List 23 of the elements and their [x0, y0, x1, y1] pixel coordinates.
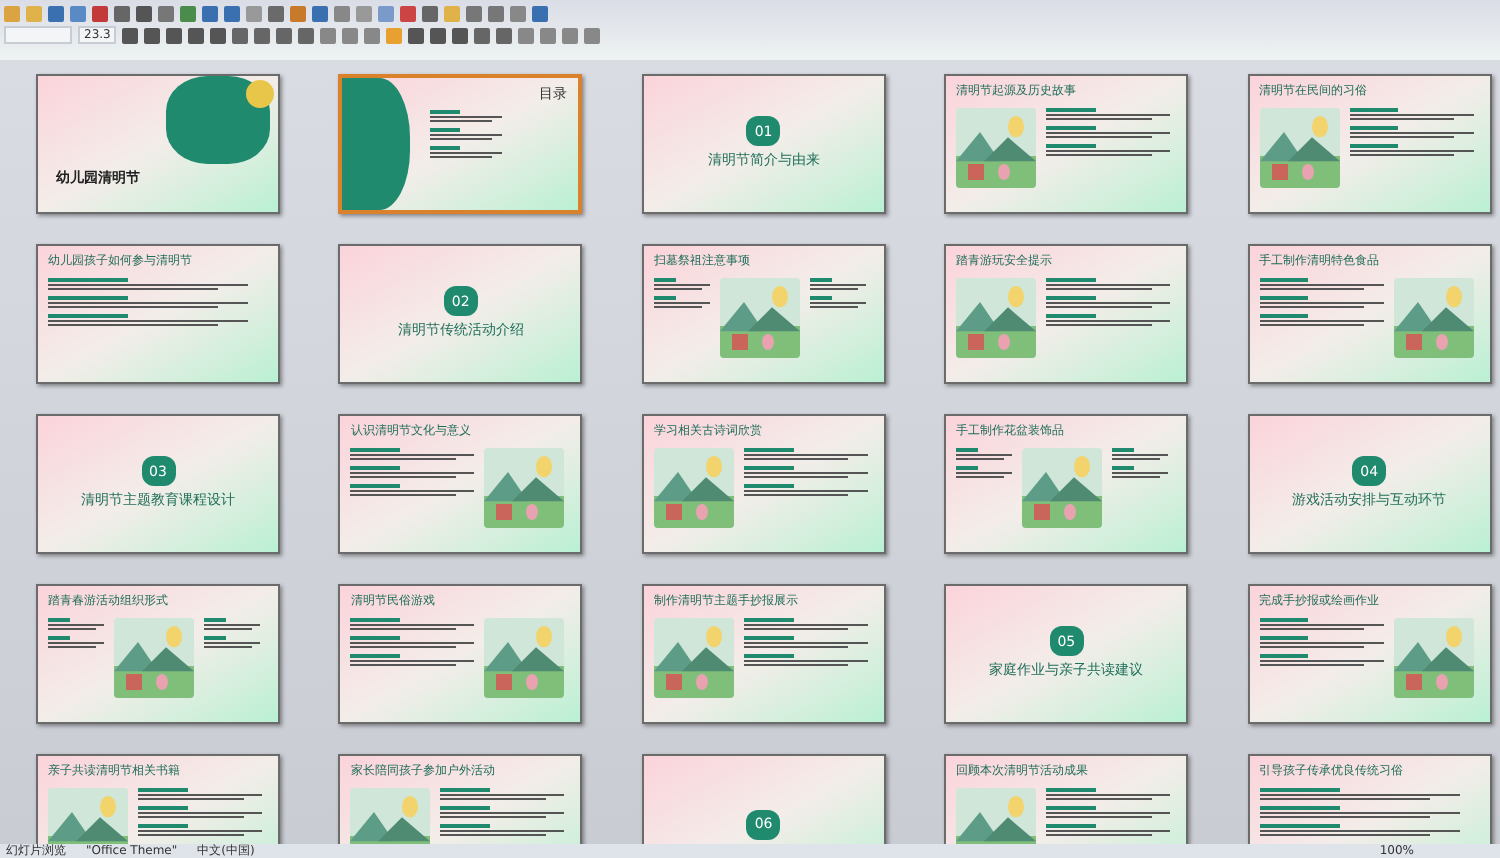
body-text-lines	[48, 618, 104, 648]
leaf-blob-drawing	[342, 78, 411, 210]
body-text-lines	[1349, 108, 1474, 156]
body-text-lines	[743, 448, 868, 496]
font-name-field[interactable]	[4, 26, 72, 44]
body-text-lines	[430, 110, 503, 158]
body-text-lines	[204, 618, 260, 648]
body-text-lines	[1046, 278, 1171, 326]
sun-drawing	[246, 80, 274, 108]
body-text-lines	[138, 788, 262, 836]
body-text-lines	[1112, 448, 1169, 478]
leaf-blob-drawing	[166, 76, 270, 164]
body-text-lines	[1259, 618, 1384, 666]
body-text-lines	[1259, 278, 1384, 326]
body-text-lines	[350, 448, 475, 496]
body-text-lines	[350, 618, 475, 666]
body-text-lines	[653, 278, 710, 308]
body-text-lines	[743, 618, 868, 666]
body-text-lines	[809, 278, 866, 308]
body-text-lines	[440, 788, 565, 836]
body-text-lines	[956, 448, 1013, 478]
body-text-lines	[1046, 108, 1171, 156]
body-text-lines	[1046, 788, 1171, 836]
